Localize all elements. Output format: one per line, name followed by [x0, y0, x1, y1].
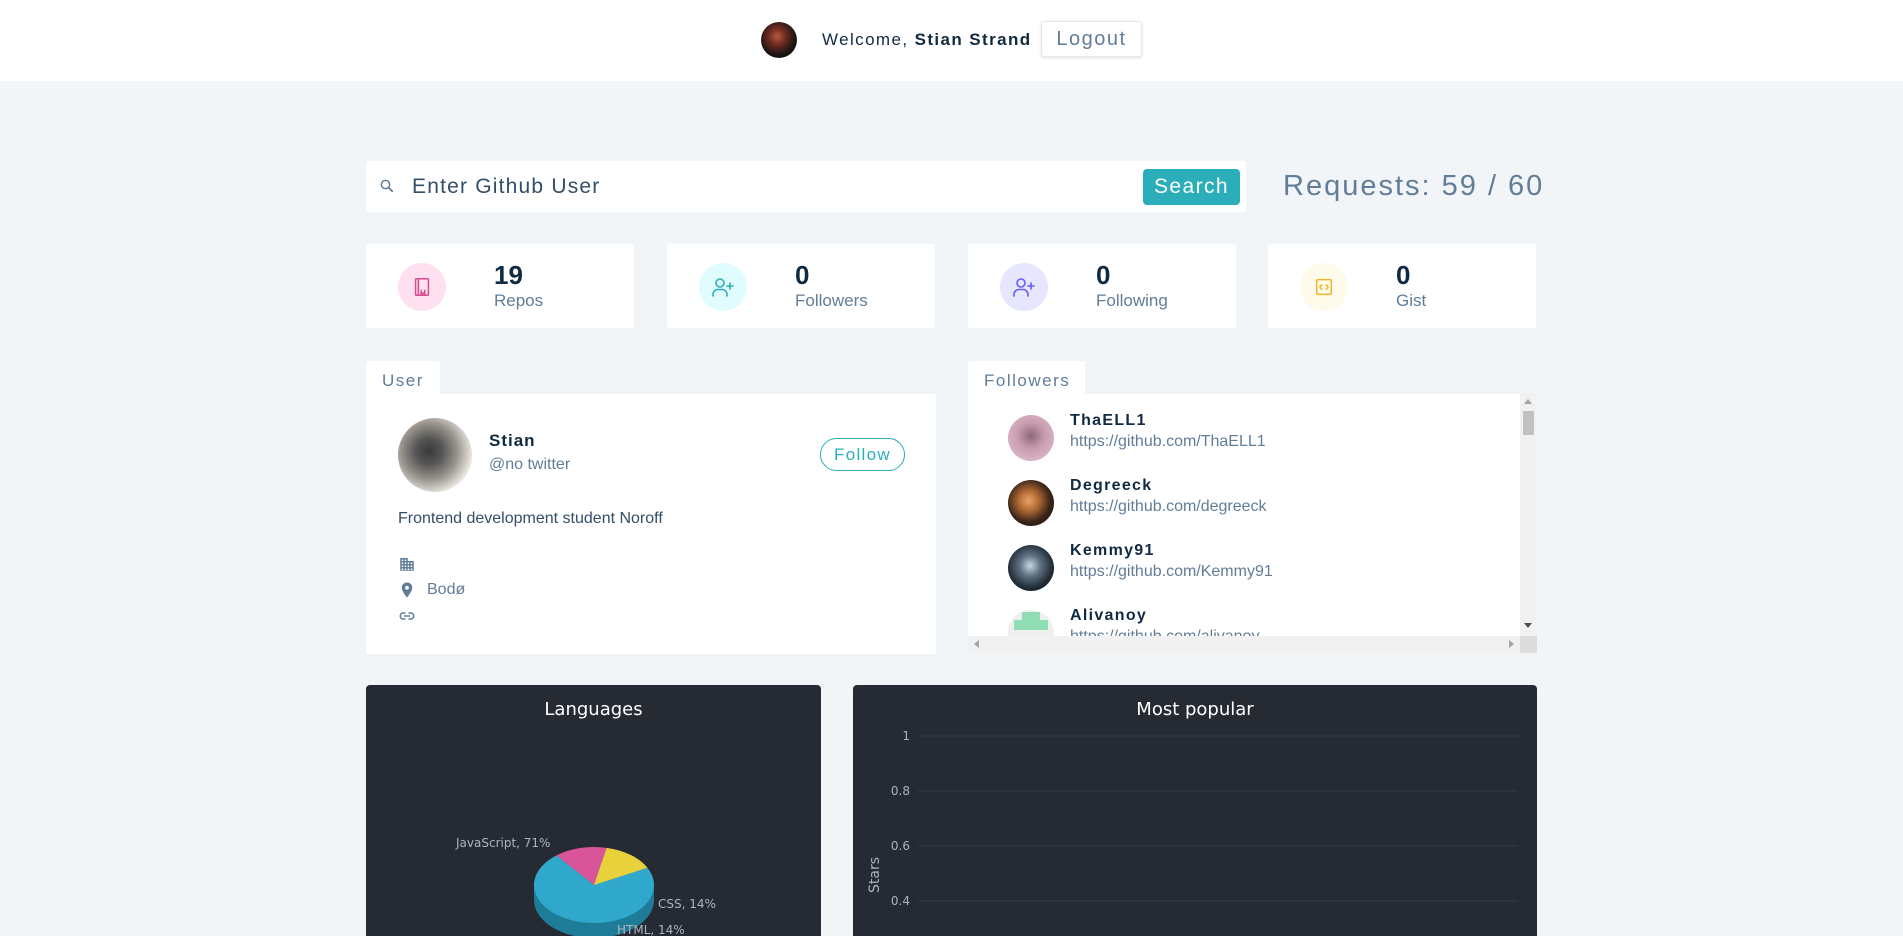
search-input[interactable]	[412, 169, 1042, 205]
avatar	[761, 22, 797, 58]
scrollbar-corner	[1520, 636, 1537, 653]
scroll-up-arrow-icon[interactable]	[1524, 399, 1532, 404]
building-icon	[400, 558, 414, 571]
location-row: Bodø	[398, 580, 465, 600]
company-row	[398, 554, 427, 574]
follower-avatar	[1008, 480, 1054, 526]
chart-title: Most popular	[1136, 699, 1254, 720]
add-user-icon	[1000, 263, 1048, 311]
stat-value: 0	[795, 260, 810, 290]
top-nav: Welcome, Stian Strand Logout	[0, 0, 1903, 81]
follower-avatar	[1008, 545, 1054, 591]
stat-card-following: 0 Following	[968, 244, 1236, 328]
stat-label: Following	[1096, 291, 1168, 310]
bar-chart: 1 0.8 0.6 0.4 Stars	[867, 729, 1518, 908]
stat-value: 0	[1096, 260, 1111, 290]
follower-name: Alivanoy	[1070, 607, 1148, 624]
most-popular-chart: Most popular 1 0.8 0.6 0.4 Stars	[853, 685, 1537, 936]
requests-counter: Requests: 59 / 60	[1283, 170, 1545, 202]
stat-card-followers: 0 Followers	[667, 244, 935, 328]
user-twitter: @no twitter	[489, 456, 571, 473]
follower-name: Degreeck	[1070, 477, 1153, 494]
blog-row[interactable]	[398, 606, 427, 626]
chart-title: Languages	[544, 699, 643, 720]
user-name: Stian	[489, 431, 536, 450]
user-bio: Frontend development student Noroff	[398, 510, 663, 527]
stat-value: 19	[494, 260, 523, 290]
add-user-icon	[699, 263, 747, 311]
follower-name: Kemmy91	[1070, 542, 1155, 559]
pie-label: CSS, 14%	[658, 897, 716, 911]
pie-label: HTML, 14%	[617, 923, 685, 936]
link-icon	[399, 612, 415, 620]
welcome-prefix: Welcome,	[822, 30, 909, 49]
pie-label: JavaScript, 71%	[455, 836, 550, 850]
book-icon	[398, 263, 446, 311]
welcome-user-name: Stian Strand	[914, 30, 1032, 49]
stat-card-gist: 0 Gist	[1268, 244, 1536, 328]
horizontal-scrollbar[interactable]	[968, 636, 1537, 653]
search-button[interactable]: Search	[1143, 169, 1240, 205]
scroll-down-arrow-icon[interactable]	[1524, 623, 1532, 628]
stat-label: Gist	[1396, 291, 1427, 310]
follower-name: ThaELL1	[1070, 412, 1147, 429]
follower-avatar	[1008, 415, 1054, 461]
scroll-right-arrow-icon[interactable]	[1509, 640, 1514, 648]
user-avatar	[398, 418, 472, 492]
welcome-text: Welcome, Stian Strand	[822, 30, 1032, 50]
follower-url[interactable]: https://github.com/degreeck	[1070, 498, 1267, 516]
y-axis-label: Stars	[867, 857, 883, 893]
followers-list[interactable]: ThaELL1 https://github.com/ThaELL1 Degre…	[968, 394, 1537, 652]
stat-label: Followers	[795, 291, 868, 310]
y-tick-label: 0.4	[891, 894, 910, 908]
followers-tab: Followers	[968, 361, 1085, 395]
stat-value: 0	[1396, 260, 1411, 290]
languages-chart: Languages JavaScript, 71% CSS, 14% HTML, 1…	[366, 685, 821, 936]
logout-button[interactable]: Logout	[1041, 21, 1142, 57]
follower-url[interactable]: https://github.com/ThaELL1	[1070, 433, 1266, 451]
y-tick-label: 0.6	[891, 839, 910, 853]
stat-card-repos: 19 Repos	[366, 244, 634, 328]
search-form: Search	[366, 161, 1246, 212]
y-tick-label: 0.8	[891, 784, 910, 798]
user-card: Stian @no twitter Follow Frontend develo…	[366, 394, 936, 654]
search-icon	[380, 179, 394, 193]
code-icon	[1300, 263, 1348, 311]
scrollbar-thumb[interactable]	[1523, 411, 1534, 435]
user-tab: User	[366, 361, 440, 395]
y-tick-label: 1	[902, 729, 910, 743]
stat-label: Repos	[494, 291, 544, 310]
location-text: Bodø	[427, 581, 466, 598]
follower-url[interactable]: https://github.com/Kemmy91	[1070, 563, 1273, 581]
follow-button[interactable]: Follow	[820, 438, 905, 471]
scroll-left-arrow-icon[interactable]	[974, 640, 979, 648]
vertical-scrollbar[interactable]	[1520, 394, 1537, 636]
pie-chart: JavaScript, 71% CSS, 14% HTML, 14%	[455, 836, 716, 936]
location-pin-icon	[401, 582, 413, 598]
